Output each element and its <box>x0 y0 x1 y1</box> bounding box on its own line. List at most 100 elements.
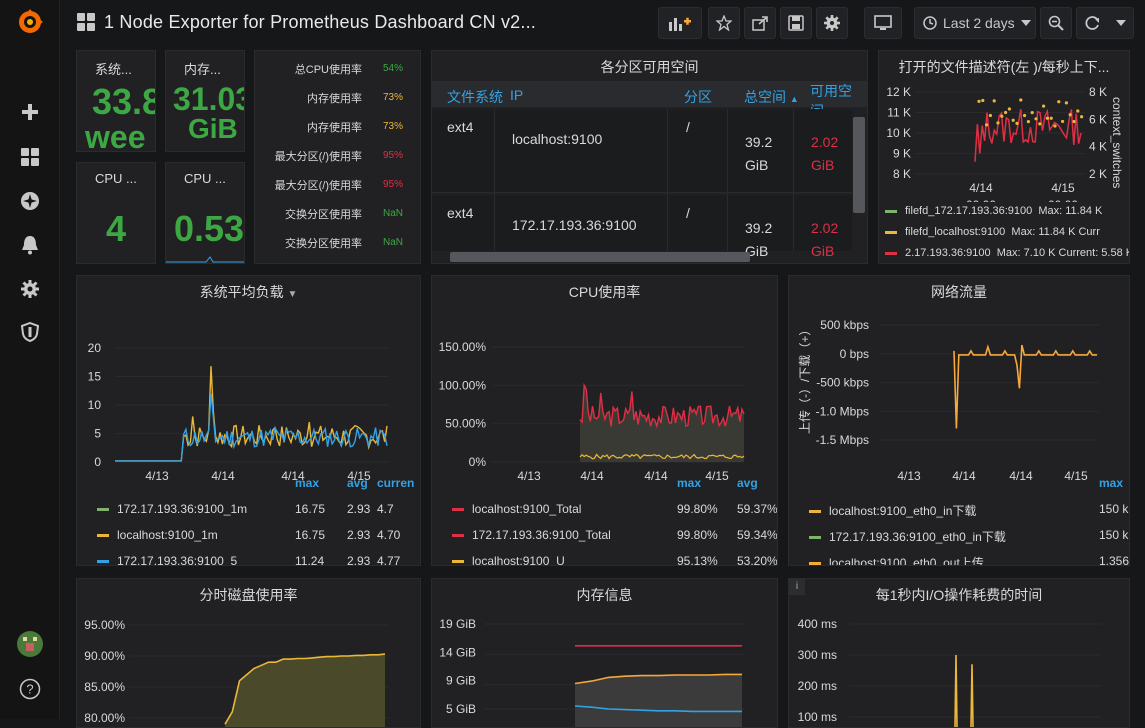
add-panel-button[interactable] <box>658 7 702 39</box>
x-tick-label: 4/13 <box>897 469 921 483</box>
column-header-total[interactable]: 总空间 ▲ <box>744 87 799 107</box>
table-vertical-scrollbar[interactable] <box>853 117 865 213</box>
fd-panel[interactable]: 打开的文件描述符(左 )/每秒上下... 12 K 11 K 10 K 9 K 8 K 8… <box>878 50 1130 264</box>
tv-mode-icon[interactable] <box>864 7 902 39</box>
time-range-label: Last 2 days <box>943 15 1015 31</box>
table-horizontal-scrollbar[interactable] <box>450 252 750 262</box>
data-point <box>1045 116 1049 120</box>
panel-title[interactable]: 网络流量 <box>789 282 1129 302</box>
y-tick-label: 85.00% <box>84 680 125 694</box>
memory-panel[interactable]: 内存信息 19 GiB 14 GiB 9 GiB 5 GiB <box>431 578 778 728</box>
legend-item[interactable]: filefd_172.17.193.36:9100 Max: 11.84 K <box>885 205 1119 225</box>
y-tick-label: 11 K <box>887 106 911 120</box>
table-row[interactable]: ext4 172.17.193.36:9100 / 39.2 GiB 2.02 … <box>432 195 852 259</box>
io-panel[interactable]: i 每1秒内I/O操作耗费的时间 400 ms 300 ms 200 ms 100 m… <box>788 578 1130 728</box>
dashboards-icon[interactable] <box>16 143 44 171</box>
usage-summary-panel[interactable]: 总CPU使用率 54% 内存使用率 73% 内存使用率 73% 最大分区(/)使用率 95% 最… <box>254 50 421 264</box>
cell-partition: / <box>686 205 690 221</box>
y-tick-label: 14 GiB <box>439 645 476 659</box>
partition-table-panel[interactable]: 各分区可用空间 文件系统 IP 分区 总空间 ▲ 可用空间 ext4 local… <box>431 50 868 264</box>
dashboard-title[interactable]: 1 Node Exporter for Prometheus Dashboard… <box>104 12 536 33</box>
load-chart[interactable]: 201510504/1312:004/1400:004/1412:004/150… <box>77 304 421 484</box>
save-icon[interactable] <box>780 7 812 39</box>
network-panel[interactable]: 网络流量 500 kbps 0 bps -500 kbps -1.0 Mbps -1.5… <box>788 275 1130 566</box>
legend-item[interactable]: localhost:9100_eth0_in下载150 kbps <box>799 502 1129 522</box>
y-tick-label: 150.00% <box>439 340 487 354</box>
y-tick-label: 5 GiB <box>446 702 476 716</box>
explore-compass-icon[interactable] <box>16 187 44 215</box>
data-point <box>1072 119 1076 124</box>
y-tick-label: 80.00% <box>84 711 125 725</box>
series-line <box>115 393 388 462</box>
star-icon[interactable] <box>708 7 740 39</box>
series-line <box>115 366 388 462</box>
stat-panel-cpu-cores[interactable]: CPU ... 4 <box>76 162 156 264</box>
legend-item[interactable]: 172.17.193.36:9100_eth0_in下载150 kbps <box>799 528 1129 548</box>
stat-panel-memory[interactable]: 内存... 31.03 GiB <box>165 50 245 152</box>
y-tick-label: 5 <box>94 427 101 441</box>
stat-panel-uptime[interactable]: 系统... 33.8 wee <box>76 50 156 152</box>
legend-item[interactable]: filefd_localhost:9100 Max: 11.84 K Curr <box>885 226 1119 246</box>
y2-tick-label: 8 K <box>1089 85 1107 99</box>
series-line <box>970 664 974 727</box>
stat-panel-cpu-load[interactable]: CPU ... 0.53 <box>165 162 245 264</box>
panel-title[interactable]: 打开的文件描述符(左 )/每秒上下... <box>879 57 1129 77</box>
io-chart[interactable]: 400 ms 300 ms 200 ms 100 ms <box>789 607 1130 727</box>
grafana-logo-icon[interactable] <box>16 8 44 36</box>
plus-icon[interactable] <box>16 98 44 126</box>
disk-chart[interactable]: 95.00% 90.00% 85.00% 80.00% <box>77 607 421 727</box>
shield-icon[interactable] <box>16 318 44 346</box>
memory-chart[interactable]: 19 GiB 14 GiB 9 GiB 5 GiB <box>432 607 778 727</box>
legend-item[interactable]: 172.17.193.36:9100_1m 16.75 2.93 4.7 <box>87 502 410 522</box>
cell-total: 39.2 GiB <box>745 220 773 259</box>
legend-item[interactable]: localhost:9100_U 95.13% 53.20% <box>442 554 777 565</box>
legend-header[interactable]: max <box>1099 476 1123 490</box>
panel-title[interactable]: 系统平均负载 ▼ <box>77 282 420 302</box>
legend-header[interactable]: max <box>295 476 319 490</box>
table-row[interactable]: ext4 localhost:9100 / 39.2 GiB 2.02 GiB <box>432 109 852 193</box>
data-point <box>1053 124 1057 128</box>
stat-value: 4 <box>106 208 127 249</box>
panel-title[interactable]: 每1秒内I/O操作耗费的时间 <box>789 585 1129 605</box>
cpu-chart[interactable]: 150.00%100.00%50.00%0%4/1312:004/1400:00… <box>432 304 778 484</box>
time-range-picker[interactable]: Last 2 days <box>914 7 1036 39</box>
panel-title[interactable]: 分时磁盘使用率 <box>77 585 420 605</box>
data-point <box>1011 118 1015 122</box>
data-point <box>1064 101 1068 105</box>
bell-alerting-icon[interactable] <box>16 231 44 259</box>
settings-gear-icon[interactable] <box>816 7 848 39</box>
legend-header[interactable]: curren <box>377 476 414 490</box>
column-header-partition[interactable]: 分区 <box>684 87 712 107</box>
data-point <box>1034 117 1038 121</box>
cell-total: 39.2 GiB <box>745 134 773 173</box>
zoom-out-icon[interactable] <box>1040 7 1072 39</box>
legend-header[interactable]: avg <box>737 476 758 490</box>
avatar[interactable] <box>16 630 44 658</box>
help-icon[interactable]: ? <box>16 675 44 703</box>
gear-icon[interactable] <box>16 275 44 303</box>
panel-title[interactable]: 内存信息 <box>432 585 777 605</box>
legend-item[interactable]: 172.17.193.36:9100_5 11.24 2.93 4.77 <box>87 554 410 565</box>
legend-item[interactable]: 2.17.193.36:9100 Max: 7.10 K Current: 5.… <box>885 247 1129 263</box>
panel-title[interactable]: CPU使用率 <box>432 282 777 302</box>
legend-header[interactable]: max <box>677 476 701 490</box>
network-chart[interactable]: 500 kbps 0 bps -500 kbps -1.0 Mbps -1.5 Mbps… <box>789 304 1130 484</box>
legend-item[interactable]: localhost:9100_1m 16.75 2.93 4.70 <box>87 528 410 548</box>
legend-item[interactable]: localhost:9100_eth0_out上传1.356 Mb <box>799 554 1129 565</box>
legend-header[interactable]: avg <box>347 476 368 490</box>
fd-chart[interactable]: 12 K 11 K 10 K 9 K 8 K 8 K 6 K 4 K 2 K 4/14 00:00 4… <box>879 77 1130 202</box>
legend-item[interactable]: localhost:9100_Total 99.80% 59.37% <box>442 502 777 522</box>
column-header-fs[interactable]: 文件系统 <box>447 87 503 107</box>
y2-tick-label: 2 K <box>1089 167 1107 181</box>
y-tick-label: 20 <box>88 341 102 355</box>
data-point <box>1076 109 1080 113</box>
panel-title[interactable]: 各分区可用空间 <box>432 57 867 77</box>
cpu-panel[interactable]: CPU使用率 150.00%100.00%50.00%0%4/1312:004/… <box>431 275 778 566</box>
refresh-button[interactable] <box>1076 7 1134 39</box>
column-header-ip[interactable]: IP <box>510 87 523 103</box>
share-icon[interactable] <box>744 7 776 39</box>
load-panel[interactable]: 系统平均负载 ▼ 201510504/1312:004/1400:004/141… <box>76 275 421 566</box>
legend-item[interactable]: 172.17.193.36:9100_Total 99.80% 59.34% <box>442 528 777 548</box>
disk-usage-panel[interactable]: 分时磁盘使用率 95.00% 90.00% 85.00% 80.00% <box>76 578 421 728</box>
usage-value: NaN <box>383 237 404 248</box>
